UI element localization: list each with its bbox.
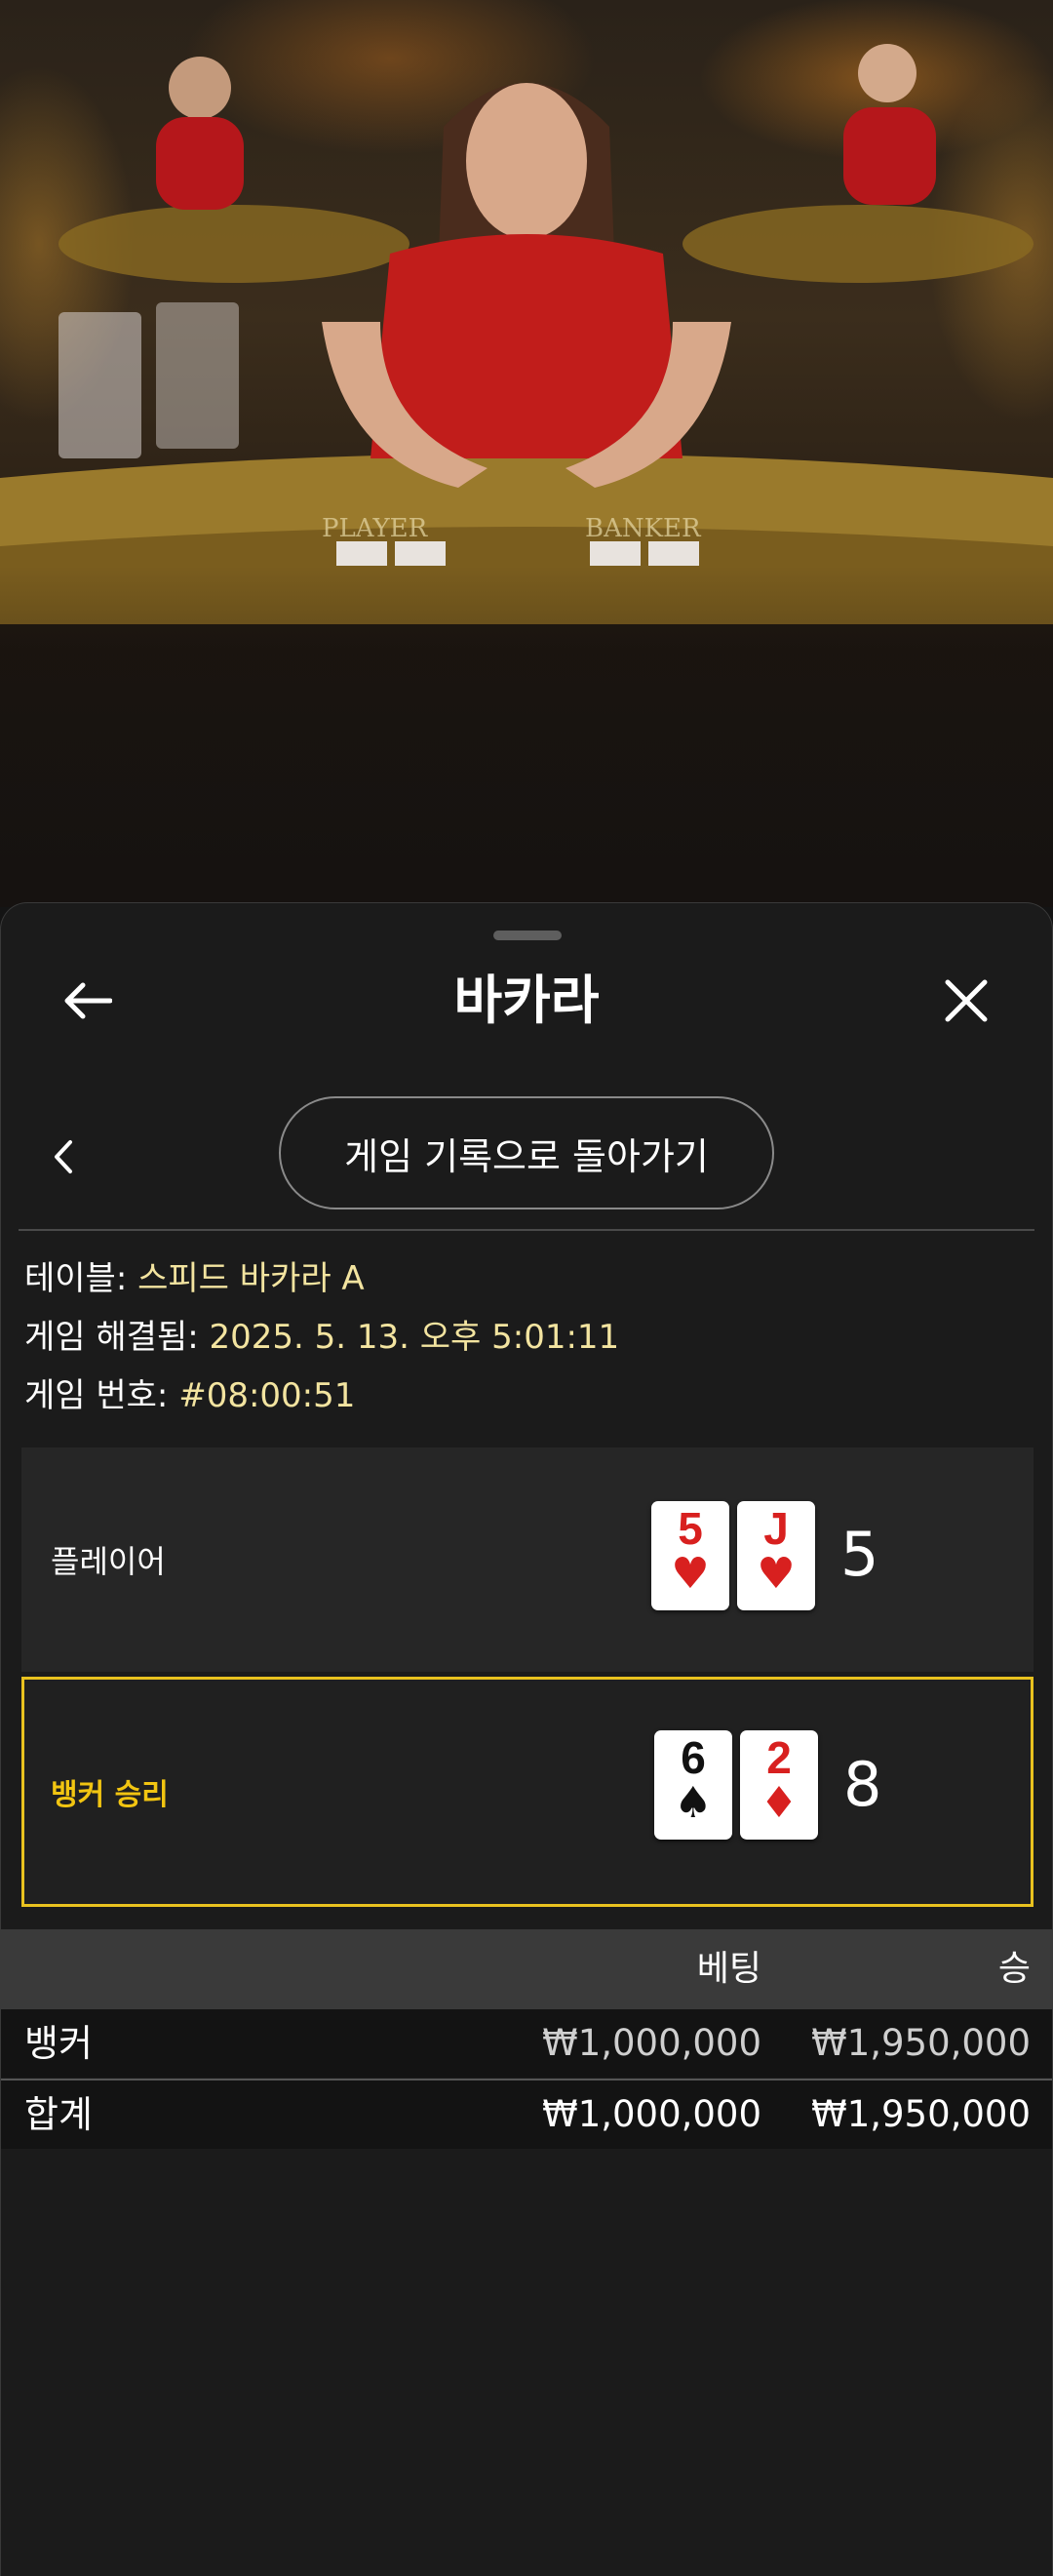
card-rank: 6 (681, 1732, 706, 1783)
spade-suit-icon: ♠ (674, 1778, 713, 1828)
info-resolved-label: 게임 해결됨: (24, 1318, 199, 1357)
card-rank: J (763, 1503, 789, 1554)
info-table: 테이블: 스피드 바카라 A (24, 1257, 365, 1300)
total-row: 합계 ₩1,000,000 ₩1,950,000 (1, 2081, 1052, 2149)
info-number-value: #08:00:51 (178, 1376, 356, 1415)
playing-card: J ♥ (737, 1501, 815, 1610)
info-game-number: 게임 번호: #08:00:51 (24, 1374, 355, 1417)
banker-win-label: 뱅커 승리 (51, 1778, 169, 1812)
bet-name: 뱅커 (24, 2022, 93, 2065)
sheet-drag-handle[interactable] (493, 931, 562, 940)
player-score: 5 (840, 1519, 879, 1590)
player-result-row: 플레이어 5 ♥ J ♥ 5 (21, 1447, 1034, 1672)
chevron-left-icon (55, 1140, 72, 1173)
card-rank: 2 (766, 1732, 792, 1783)
close-button[interactable] (937, 971, 995, 1030)
total-win-amount: ₩1,950,000 (811, 2093, 1031, 2135)
divider (19, 1229, 1034, 1231)
info-resolved: 게임 해결됨: 2025. 5. 13. 오후 5:01:11 (24, 1316, 619, 1359)
game-detail-sheet: 바카라 게임 기록으로 돌아가기 테이블: 스피드 바카라 A 게임 해결됨: … (0, 902, 1053, 2576)
previous-button[interactable] (42, 1132, 85, 1181)
diamond-suit-icon: ♦ (760, 1778, 799, 1828)
playing-card: 5 ♥ (651, 1501, 729, 1610)
back-to-history-button[interactable]: 게임 기록으로 돌아가기 (279, 1096, 774, 1209)
playing-card: 6 ♠ (654, 1730, 732, 1840)
player-label: 플레이어 (51, 1543, 166, 1580)
table-row: 뱅커 ₩1,000,000 ₩1,950,000 (1, 2009, 1052, 2078)
column-header-bet: 베팅 (696, 1949, 761, 1989)
card-rank: 5 (678, 1503, 703, 1554)
playing-card: 2 ♦ (740, 1730, 818, 1840)
heart-suit-icon: ♥ (757, 1549, 796, 1599)
column-header-win: 승 (997, 1949, 1031, 1989)
info-resolved-value: 2025. 5. 13. 오후 5:01:11 (209, 1318, 620, 1357)
bet-amount: ₩1,000,000 (542, 2022, 761, 2064)
live-dealer-video: PLAYER BANKER (0, 0, 1053, 907)
close-icon (945, 979, 988, 1022)
info-table-value: 스피드 바카라 A (137, 1259, 365, 1298)
info-number-label: 게임 번호: (24, 1376, 169, 1415)
total-bet-amount: ₩1,000,000 (542, 2093, 761, 2135)
win-amount: ₩1,950,000 (811, 2022, 1031, 2064)
total-label: 합계 (24, 2093, 93, 2136)
banker-score: 8 (843, 1749, 882, 1820)
table-text-banker: BANKER (585, 514, 702, 543)
banker-cards: 6 ♠ 2 ♦ (654, 1730, 818, 1840)
banker-result-row: 뱅커 승리 6 ♠ 2 ♦ 8 (21, 1677, 1034, 1907)
page-title: 바카라 (453, 970, 600, 1031)
heart-suit-icon: ♥ (671, 1549, 710, 1599)
info-table-label: 테이블: (24, 1259, 128, 1298)
bets-table-header: 베팅 승 (1, 1929, 1052, 2009)
table-text-player: PLAYER (322, 514, 429, 543)
player-cards: 5 ♥ J ♥ (651, 1501, 815, 1610)
dealer-scene: PLAYER BANKER (0, 44, 1053, 907)
